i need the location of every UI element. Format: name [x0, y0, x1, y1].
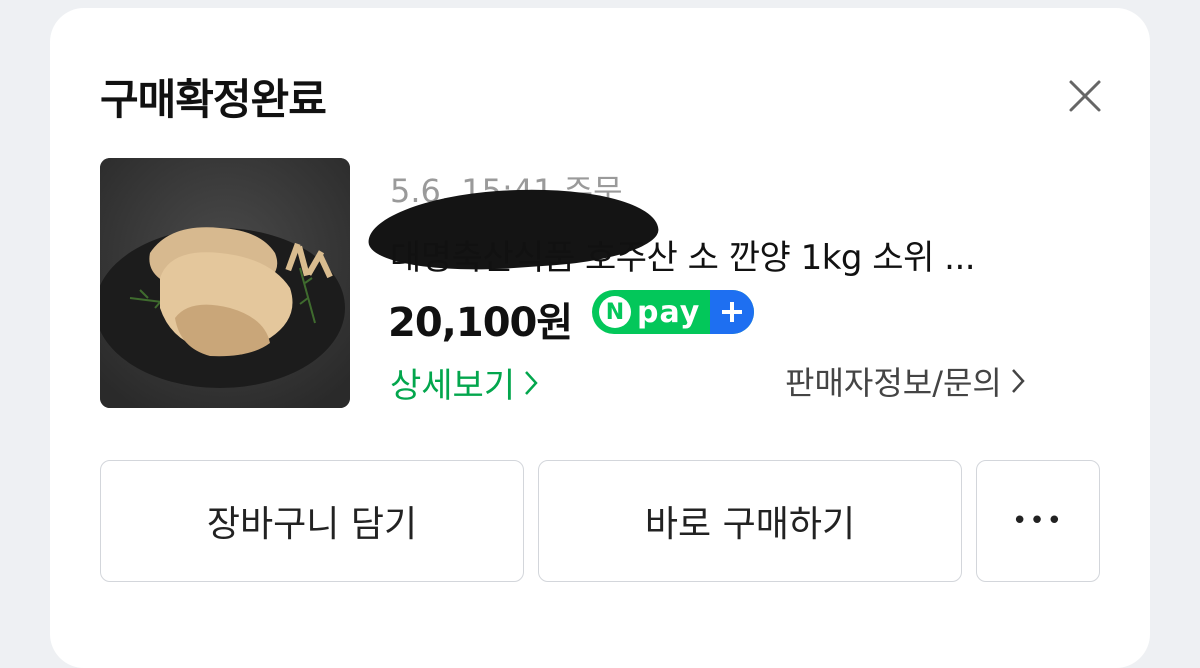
close-button[interactable]	[1065, 76, 1105, 116]
seller-info-label: 판매자정보/문의	[785, 364, 1002, 402]
more-options-button[interactable]: •••	[976, 460, 1100, 582]
buy-now-button[interactable]: 바로 구매하기	[538, 460, 962, 582]
npay-badge: N pay	[592, 290, 754, 334]
detail-view-label: 상세보기	[390, 366, 516, 406]
more-icon: •••	[1011, 506, 1064, 536]
add-to-cart-button[interactable]: 장바구니 담기	[100, 460, 524, 582]
close-icon	[1069, 80, 1101, 112]
chevron-right-icon	[1011, 369, 1025, 393]
product-price: 20,100원	[388, 300, 573, 346]
npay-text: pay	[637, 294, 701, 330]
product-image	[100, 158, 350, 408]
purchase-confirm-dialog: 구매확정완료 대명축산식품 호주산 소 깐양 1kg 소위 ... 20,100…	[50, 8, 1150, 668]
detail-view-link[interactable]: 상세보기	[390, 358, 539, 407]
chevron-right-icon	[525, 370, 538, 395]
npay-plus-icon	[710, 290, 754, 334]
seller-info-link[interactable]: 판매자정보/문의	[785, 358, 1026, 404]
product-name[interactable]: 대명축산식품 호주산 소 깐양 1kg 소위 ...	[390, 230, 1090, 279]
npay-n-logo: N	[599, 296, 631, 328]
product-thumbnail[interactable]	[100, 158, 350, 408]
dialog-title: 구매확정완료	[100, 75, 327, 124]
